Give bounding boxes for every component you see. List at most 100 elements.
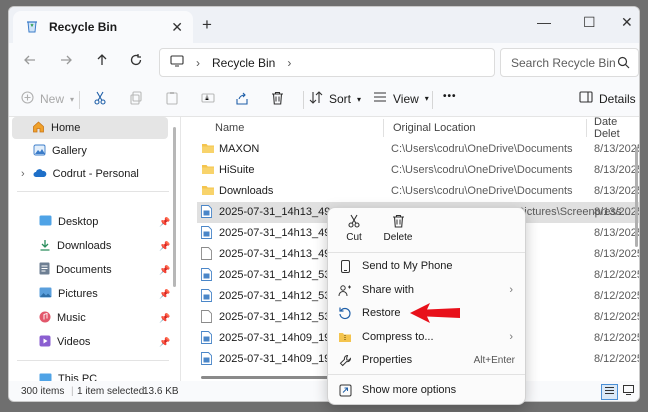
sidebar-item-onedrive[interactable]: › Codrut - Personal: [13, 163, 139, 185]
context-delete-button[interactable]: Delete: [378, 214, 418, 243]
sidebar-item-label: Desktop: [58, 216, 99, 228]
more-options-button[interactable]: •••: [443, 91, 457, 102]
restore-icon: [328, 306, 362, 320]
cut-button[interactable]: [93, 91, 107, 108]
sidebar-item-desktop[interactable]: Desktop: [13, 211, 98, 233]
tab-title: Recycle Bin: [49, 20, 118, 34]
table-row[interactable]: Downloads C:\Users\codru\OneDrive\Documen…: [197, 181, 639, 202]
sidebar-item-label: Documents: [56, 264, 112, 276]
pin-icon[interactable]: 📌: [159, 265, 170, 276]
menu-item-properties[interactable]: Properties Alt+Enter: [328, 348, 525, 372]
menu-item-send-to-phone[interactable]: Send to My Phone: [328, 254, 525, 278]
sidebar-scrollbar[interactable]: [173, 127, 176, 287]
tiles-view-icon[interactable]: [623, 385, 634, 398]
file-list-scrollbar[interactable]: [635, 147, 638, 247]
selection-size: 13.6 KB: [143, 386, 179, 397]
menu-item-label: Send to My Phone: [362, 260, 453, 272]
menu-item-label: Properties: [362, 354, 413, 366]
menu-item-share-with[interactable]: Share with ›: [328, 278, 525, 302]
pin-icon[interactable]: 📌: [159, 289, 170, 300]
column-header-date[interactable]: Date Delet: [594, 117, 639, 140]
sidebar-item-music[interactable]: Music: [13, 307, 86, 329]
new-tab-button[interactable]: +: [202, 15, 212, 35]
trash-icon: [271, 91, 284, 108]
tab-close-icon[interactable]: ✕: [171, 19, 183, 36]
pin-icon[interactable]: 📌: [159, 337, 170, 348]
sidebar-item-gallery[interactable]: Gallery: [13, 140, 87, 162]
chevron-right-icon: ›: [509, 284, 513, 296]
maximize-button[interactable]: ☐: [583, 14, 596, 31]
chevron-right-icon: ›: [196, 55, 200, 70]
menu-item-show-more-options[interactable]: Show more options: [328, 378, 525, 402]
search-input[interactable]: Search Recycle Bin: [500, 48, 639, 77]
breadcrumb-recycle-bin[interactable]: Recycle Bin: [212, 56, 275, 70]
paste-button[interactable]: [165, 91, 179, 108]
new-button[interactable]: New ▾: [21, 91, 74, 107]
wrench-icon: [328, 354, 362, 367]
menu-item-label: Restore: [362, 307, 401, 319]
show-more-icon: [328, 384, 362, 397]
search-icon: [617, 56, 630, 72]
tab-recycle-bin[interactable]: Recycle Bin ✕: [13, 11, 193, 43]
copy-button[interactable]: [129, 91, 143, 108]
share-button[interactable]: [235, 91, 249, 108]
navigation-pane: Home Gallery › Codrut - Personal Desktop…: [9, 117, 181, 385]
menu-item-label: Show more options: [362, 384, 457, 396]
file-date: 8/12/2025: [594, 353, 640, 365]
column-header-location[interactable]: Original Location: [393, 117, 476, 139]
details-button[interactable]: Details: [579, 91, 636, 106]
view-list-icon: [373, 91, 387, 106]
table-row[interactable]: HiSuite C:\Users\codru\OneDrive\Documents…: [197, 160, 639, 181]
recycle-bin-icon: [25, 19, 39, 36]
details-pane-icon: [579, 91, 593, 106]
up-arrow-icon[interactable]: [95, 53, 109, 72]
view-button[interactable]: View ▾: [373, 91, 429, 106]
file-name: MAXON: [219, 143, 260, 155]
sort-button[interactable]: Sort ▾: [309, 91, 361, 107]
minimize-button[interactable]: —: [537, 14, 551, 30]
pin-icon[interactable]: 📌: [159, 217, 170, 228]
image-file-icon: [201, 226, 212, 242]
rename-icon: [201, 91, 215, 108]
pin-icon[interactable]: 📌: [159, 241, 170, 252]
column-header-name[interactable]: Name: [215, 117, 244, 139]
new-label: New: [40, 92, 65, 106]
file-name: HiSuite: [219, 164, 255, 176]
command-bar: New ▾ Sort ▾ View ▾ ••• Details: [9, 83, 639, 117]
navigation-row: › Recycle Bin › Search Recycle Bin: [9, 43, 639, 83]
gallery-icon: [33, 144, 46, 159]
selection-count: 1 item selected: [77, 386, 145, 397]
sidebar-item-documents[interactable]: Documents: [13, 259, 112, 281]
chevron-down-icon: ▾: [70, 94, 75, 104]
sidebar-item-pictures[interactable]: Pictures: [13, 283, 98, 305]
chevron-down-icon: ▾: [357, 94, 362, 104]
view-label: View: [393, 91, 419, 106]
back-arrow-icon[interactable]: [23, 53, 37, 72]
close-button[interactable]: ✕: [621, 14, 633, 31]
rename-button[interactable]: [201, 91, 215, 108]
refresh-icon[interactable]: [129, 53, 143, 72]
copy-icon: [129, 91, 143, 108]
menu-item-compress[interactable]: Compress to... ›: [328, 325, 525, 349]
share-icon: [235, 91, 249, 108]
details-view-icon[interactable]: [601, 384, 618, 400]
delete-button[interactable]: [271, 91, 284, 108]
table-row[interactable]: MAXON C:\Users\codru\OneDrive\Documents 8/…: [197, 139, 639, 160]
sidebar-item-downloads[interactable]: Downloads: [13, 235, 111, 257]
forward-arrow-icon[interactable]: [59, 53, 73, 72]
download-icon: [39, 239, 51, 254]
address-bar[interactable]: › Recycle Bin ›: [159, 48, 495, 77]
clipboard-icon: [165, 91, 179, 108]
explorer-window: Recycle Bin ✕ + — ☐ ✕ › Recycle Bin › Se…: [8, 6, 640, 402]
sidebar-item-home[interactable]: Home: [12, 117, 168, 139]
sidebar-item-label: Home: [51, 122, 81, 134]
sidebar-item-videos[interactable]: Videos: [13, 331, 90, 353]
context-cut-button[interactable]: Cut: [334, 214, 374, 243]
delete-label: Delete: [383, 232, 413, 243]
image-file-icon: [201, 289, 212, 305]
chevron-right-icon: ›: [21, 168, 25, 180]
file-location: C:\Users\codru\OneDrive\Documents: [391, 143, 573, 155]
file-date: 8/13/2025: [594, 206, 640, 218]
pin-icon[interactable]: 📌: [159, 313, 170, 324]
folder-icon: [201, 184, 215, 199]
